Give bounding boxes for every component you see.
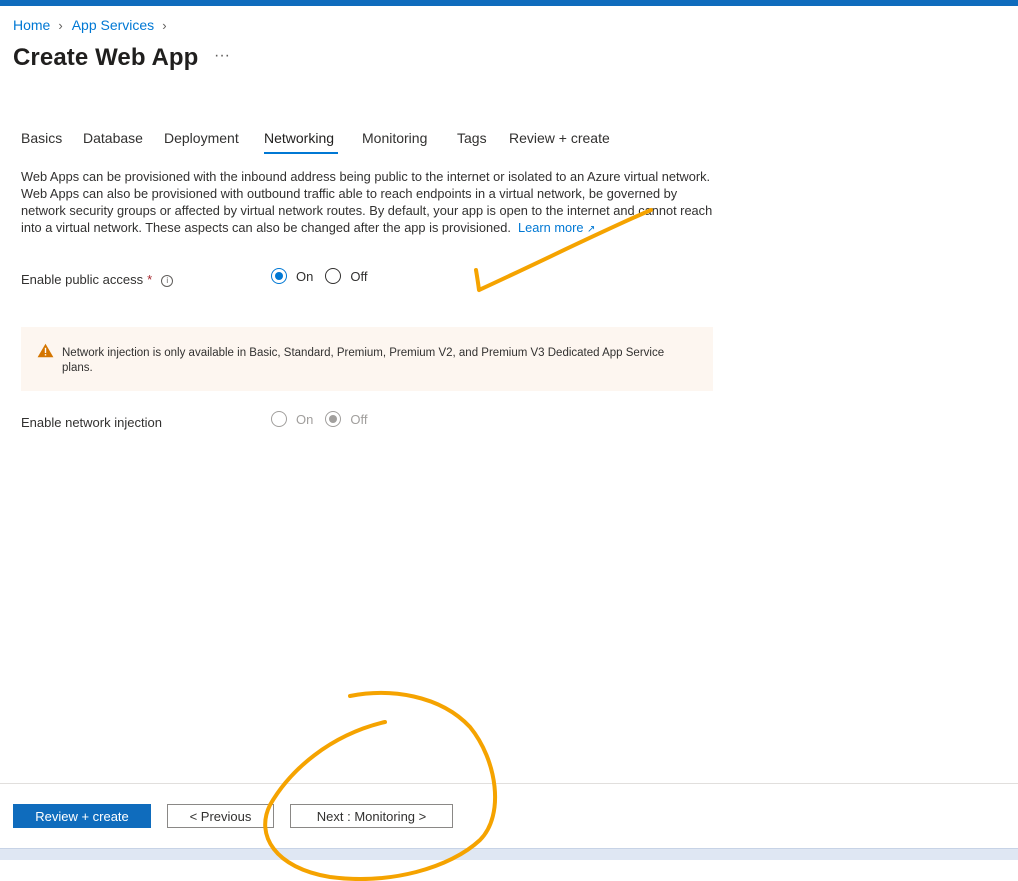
warning-icon xyxy=(37,343,54,358)
networking-description: Web Apps can be provisioned with the inb… xyxy=(21,168,716,238)
public-access-label: Enable public access * i xyxy=(21,272,174,287)
tab-basics[interactable]: Basics xyxy=(21,130,62,146)
breadcrumb: Home › App Services › xyxy=(13,17,176,33)
tab-database[interactable]: Database xyxy=(83,130,143,146)
more-options-icon[interactable]: ··· xyxy=(214,47,230,65)
public-access-off-label[interactable]: Off xyxy=(350,269,367,284)
bottom-scroll-bar xyxy=(0,848,1018,860)
tab-tags[interactable]: Tags xyxy=(457,130,487,146)
page-title: Create Web App xyxy=(13,44,199,71)
network-injection-off-label: Off xyxy=(350,411,368,427)
public-access-radio-group: On Off xyxy=(271,268,379,284)
footer-divider xyxy=(0,783,1018,784)
warning-banner: Network injection is only available in B… xyxy=(21,327,713,391)
network-injection-on-radio xyxy=(271,411,287,427)
warning-text: Network injection is only available in B… xyxy=(62,347,665,374)
external-link-icon: ↗ xyxy=(587,224,596,235)
tab-review-create[interactable]: Review + create xyxy=(509,130,610,146)
breadcrumb-app-services[interactable]: App Services xyxy=(72,17,154,33)
public-access-on-label[interactable]: On xyxy=(296,269,313,284)
top-accent-bar xyxy=(0,0,1018,6)
public-access-off-radio[interactable] xyxy=(325,268,342,284)
previous-button[interactable]: < Previous xyxy=(167,804,274,828)
tab-monitoring[interactable]: Monitoring xyxy=(362,130,427,146)
network-injection-label: Enable network injection xyxy=(21,415,162,430)
network-injection-off-radio xyxy=(325,411,342,427)
breadcrumb-home[interactable]: Home xyxy=(13,17,50,33)
tab-deployment[interactable]: Deployment xyxy=(164,130,239,146)
network-injection-radio-group: On Off xyxy=(271,411,379,427)
next-monitoring-button[interactable]: Next : Monitoring > xyxy=(290,804,453,828)
public-access-on-radio[interactable] xyxy=(271,268,287,284)
required-marker: * xyxy=(147,272,153,287)
chevron-right-icon: › xyxy=(58,17,63,33)
active-tab-indicator xyxy=(264,152,338,154)
review-create-button[interactable]: Review + create xyxy=(13,804,151,828)
description-text: Web Apps can be provisioned with the inb… xyxy=(21,169,713,235)
chevron-right-icon: › xyxy=(162,17,167,33)
info-icon[interactable]: i xyxy=(161,274,174,287)
network-injection-on-label: On xyxy=(296,411,314,427)
learn-more-link[interactable]: Learn more xyxy=(518,220,583,235)
tab-networking[interactable]: Networking xyxy=(264,130,334,146)
public-access-label-text: Enable public access xyxy=(21,272,144,287)
